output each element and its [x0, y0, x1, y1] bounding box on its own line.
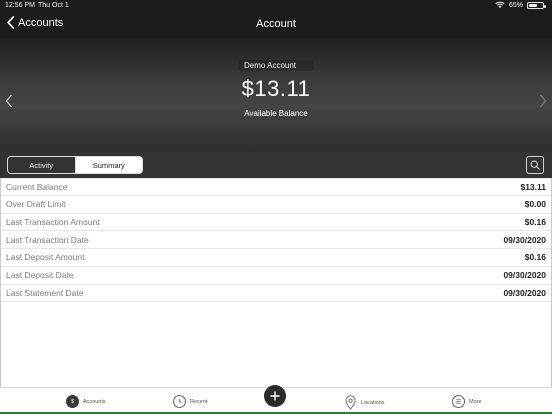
- detail-row-current-balance: Current Balance $13.11: [0, 178, 552, 196]
- wifi-icon: [495, 1, 505, 8]
- detail-row-last-statement-date: Last Statement Date 09/30/2020: [0, 285, 552, 303]
- location-pin-icon: [345, 395, 356, 410]
- detail-value: $13.11: [520, 181, 546, 192]
- detail-label: Last Transaction Date: [6, 234, 89, 245]
- detail-label: Last Deposit Date: [6, 270, 74, 281]
- battery-percent: 65%: [508, 1, 523, 9]
- next-account-icon[interactable]: [539, 94, 547, 108]
- status-date: Thu Oct 1: [38, 2, 69, 9]
- detail-row-last-transaction-amount: Last Transaction Amount $0.16: [0, 214, 552, 232]
- tab-bar: Activity Summary: [0, 152, 552, 178]
- segmented-control: Activity Summary: [7, 156, 143, 174]
- available-balance-caption: Available Balance: [244, 109, 308, 118]
- detail-label: Current Balance: [6, 181, 68, 192]
- search-button[interactable]: [526, 156, 544, 174]
- battery-icon: [527, 1, 546, 9]
- detail-label: Last Deposit Amount: [6, 252, 85, 263]
- page-title: Account: [256, 18, 296, 30]
- nav-locations-label: Locations: [361, 399, 385, 406]
- tab-activity[interactable]: Activity: [8, 157, 76, 173]
- nav-more-label: More: [469, 398, 482, 405]
- account-hero: Demo Account $13.11 Available Balance: [0, 38, 552, 152]
- tab-summary[interactable]: Summary: [75, 157, 142, 173]
- detail-value: $0.00: [524, 199, 546, 210]
- status-time: 12:56 PM: [5, 2, 35, 9]
- account-name: Demo Account: [0, 60, 552, 71]
- accounts-icon: $: [66, 395, 79, 408]
- account-details-list: Current Balance $13.11 Over Draft Limit …: [0, 178, 552, 303]
- add-button[interactable]: [264, 385, 286, 407]
- clock-icon: [173, 395, 186, 408]
- nav-locations[interactable]: Locations: [344, 395, 385, 410]
- nav-recent[interactable]: Recent: [173, 395, 207, 408]
- status-right: 65%: [495, 1, 546, 9]
- nav-recent-label: Recent: [190, 398, 208, 405]
- detail-value: 09/30/2020: [503, 287, 546, 298]
- plus-icon: [270, 391, 280, 401]
- content-left-border: [0, 178, 1, 403]
- detail-label: Last Statement Date: [6, 287, 84, 298]
- detail-label: Over Draft Limit: [6, 199, 66, 210]
- account-name-text: Demo Account: [237, 60, 315, 71]
- detail-row-last-deposit-date: Last Deposit Date 09/30/2020: [0, 267, 552, 285]
- detail-value: $0.16: [524, 216, 546, 227]
- search-icon: [530, 160, 540, 170]
- detail-value: $0.16: [524, 252, 546, 263]
- menu-icon: [452, 395, 465, 408]
- nav-more[interactable]: More: [452, 395, 482, 408]
- detail-label: Last Transaction Amount: [6, 216, 100, 227]
- detail-value: 09/30/2020: [503, 234, 546, 245]
- nav-accounts-label: Accounts: [83, 398, 106, 405]
- detail-row-last-deposit-amount: Last Deposit Amount $0.16: [0, 249, 552, 267]
- nav-accounts[interactable]: $ Accounts: [66, 395, 106, 408]
- detail-value: 09/30/2020: [503, 270, 546, 281]
- nav-bar: Accounts Account: [0, 12, 552, 38]
- detail-row-overdraft-limit: Over Draft Limit $0.00: [0, 196, 552, 214]
- available-balance-amount: $13.11: [241, 76, 311, 101]
- detail-row-last-transaction-date: Last Transaction Date 09/30/2020: [0, 231, 552, 249]
- status-bar: 12:56 PM Thu Oct 1 65%: [0, 0, 552, 12]
